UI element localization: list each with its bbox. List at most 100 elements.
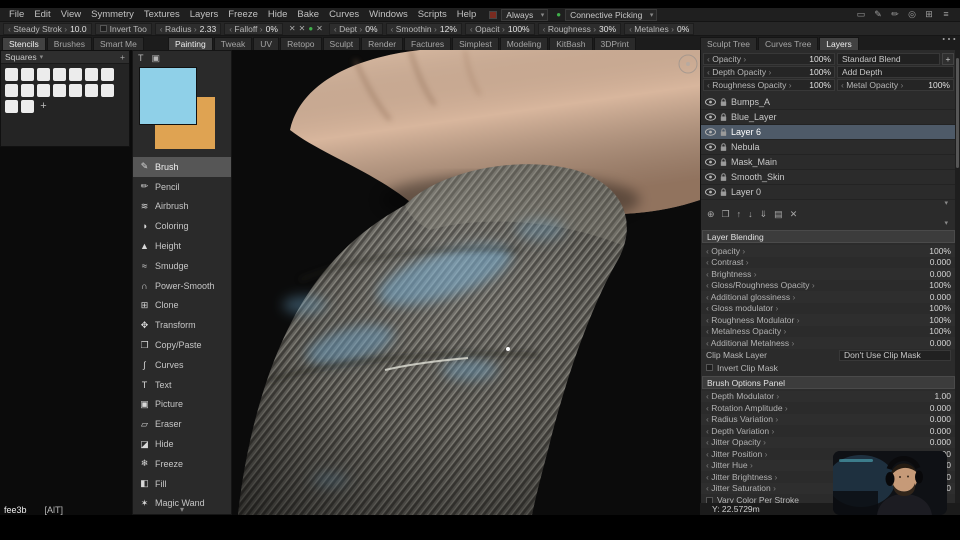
visibility-icon[interactable]: [705, 158, 716, 166]
menu-curves[interactable]: Curves: [324, 9, 364, 20]
param-value[interactable]: 0.000: [930, 437, 951, 447]
lock-icon[interactable]: [720, 112, 727, 122]
param-value[interactable]: 100%: [929, 280, 951, 290]
param-value[interactable]: 0.000: [930, 292, 951, 302]
param-depth-modulator[interactable]: Depth Modulator 1.00: [701, 390, 956, 402]
lock-icon[interactable]: [720, 142, 727, 152]
stencil-swatch[interactable]: [21, 100, 34, 113]
menu-scripts[interactable]: Scripts: [413, 9, 452, 20]
visibility-icon[interactable]: [705, 128, 716, 136]
layer-row-smooth-skin[interactable]: Smooth_Skin: [701, 170, 956, 185]
param-jitter-opacity[interactable]: Jitter Opacity 0.000: [701, 436, 956, 448]
menu-bake[interactable]: Bake: [292, 9, 324, 20]
param-contrast[interactable]: Contrast 0.000: [701, 257, 956, 269]
tool-transform[interactable]: ✥ Transform: [133, 315, 231, 335]
lock-icon[interactable]: [720, 187, 727, 197]
smoothing-control[interactable]: Smoothin 12%: [385, 22, 462, 35]
lock-icon[interactable]: [720, 127, 727, 137]
swatch-cross-icon[interactable]: ✕: [316, 24, 323, 33]
display-icon[interactable]: ▭: [855, 9, 867, 20]
opacity-control[interactable]: Opacit 100%: [464, 22, 535, 35]
roughness-value[interactable]: 30%: [599, 24, 616, 34]
param-rotation-amplitude[interactable]: Rotation Amplitude 0.000: [701, 402, 956, 414]
move-layer-down-icon[interactable]: ↓: [748, 209, 753, 219]
tool-hide[interactable]: ◪ Hide: [133, 434, 231, 454]
text-tool-icon[interactable]: T: [138, 53, 144, 63]
swatch-cross-icon[interactable]: ✕: [299, 24, 306, 33]
menu-edit[interactable]: Edit: [29, 9, 55, 20]
menu-file[interactable]: File: [4, 9, 29, 20]
invert-clip-mask-row[interactable]: Invert Clip Mask: [701, 362, 956, 374]
param-value[interactable]: 100%: [929, 326, 951, 336]
stroke-mode-control[interactable]: Steady Strok 10.0: [3, 22, 92, 35]
param-metalness-opacity[interactable]: Metalness Opacity 100%: [701, 326, 956, 338]
param-radius-variation[interactable]: Radius Variation 0.000: [701, 413, 956, 425]
layer-opacity-spinner[interactable]: Opacity 100%: [703, 53, 835, 65]
chevron-down-icon[interactable]: ▾: [40, 53, 44, 61]
param-gloss-modulator[interactable]: Gloss modulator 100%: [701, 303, 956, 315]
tool-copy-paste[interactable]: ❐ Copy/Paste: [133, 335, 231, 355]
always-dropdown[interactable]: Always: [501, 8, 549, 21]
layer-opacity-value[interactable]: 100%: [806, 54, 831, 64]
active-color-icon[interactable]: ●: [308, 24, 313, 33]
stencil-swatch[interactable]: [53, 84, 66, 97]
radius-control[interactable]: Radius 2.33: [154, 22, 222, 35]
add-stencil-button[interactable]: +: [37, 100, 50, 113]
smoothing-value[interactable]: 12%: [440, 24, 457, 34]
pencil-icon[interactable]: ✏: [889, 9, 901, 20]
panel-icon[interactable]: ▣: [152, 53, 161, 63]
visibility-icon[interactable]: [705, 143, 716, 151]
brush-options-header[interactable]: Brush Options Panel: [702, 375, 955, 389]
collapse-caret-icon[interactable]: ▾: [944, 200, 948, 207]
stroke-mode-value[interactable]: 10.0: [70, 24, 87, 34]
add-stencil-icon[interactable]: +: [120, 52, 125, 62]
opacity-value[interactable]: 100%: [508, 24, 530, 34]
param-value[interactable]: 100%: [929, 315, 951, 325]
stencil-swatch[interactable]: [101, 68, 114, 81]
stencil-swatch[interactable]: [85, 84, 98, 97]
visibility-icon[interactable]: [705, 113, 716, 121]
stencil-swatch[interactable]: [5, 84, 18, 97]
param-value[interactable]: 0.000: [930, 426, 951, 436]
tool-pencil[interactable]: ✏ Pencil: [133, 177, 231, 197]
stencil-swatch[interactable]: [5, 100, 18, 113]
stencil-swatch[interactable]: [37, 68, 50, 81]
menu-hide[interactable]: Hide: [263, 9, 293, 20]
param-additional-metalness[interactable]: Additional Metalness 0.000: [701, 337, 956, 349]
visibility-icon[interactable]: [705, 188, 716, 196]
stencil-swatch[interactable]: [85, 68, 98, 81]
tool-brush[interactable]: ✎ Brush: [133, 157, 231, 177]
menu-layers[interactable]: Layers: [185, 9, 224, 20]
primary-color-swatch[interactable]: [139, 67, 197, 125]
radius-value[interactable]: 2.33: [200, 24, 217, 34]
move-layer-up-icon[interactable]: ↑: [737, 209, 742, 219]
layer-blending-header[interactable]: Layer Blending: [702, 230, 955, 243]
layer-row-nebula[interactable]: Nebula: [701, 140, 956, 155]
visibility-icon[interactable]: [705, 173, 716, 181]
param-opacity[interactable]: Opacity 100%: [701, 245, 956, 257]
param-value[interactable]: 0.000: [930, 403, 951, 413]
layer-row-mask-main[interactable]: Mask_Main: [701, 155, 956, 170]
stencil-swatch[interactable]: [21, 84, 34, 97]
param-value[interactable]: 100%: [929, 246, 951, 256]
scroll-more-icon[interactable]: ▾: [133, 505, 231, 514]
stencils-header[interactable]: Squares ▾ +: [1, 51, 129, 64]
lock-icon[interactable]: [720, 157, 727, 167]
tab-stencils[interactable]: Stencils: [2, 37, 46, 50]
picking-mode-dropdown[interactable]: Connective Picking: [565, 8, 658, 21]
tool-freeze[interactable]: ❄ Freeze: [133, 454, 231, 474]
stencil-swatch[interactable]: [53, 68, 66, 81]
tab-modeling[interactable]: Modeling: [499, 37, 549, 50]
menu-freeze[interactable]: Freeze: [223, 9, 263, 20]
metalness-value[interactable]: 0%: [677, 24, 689, 34]
visibility-icon[interactable]: [705, 98, 716, 106]
scrollbar-thumb[interactable]: [956, 58, 959, 168]
tab-layers[interactable]: Layers: [819, 37, 859, 50]
param-value[interactable]: 1.00: [934, 391, 951, 401]
tab-painting[interactable]: Painting: [168, 37, 213, 50]
depth-control[interactable]: Dept 0%: [328, 22, 383, 35]
param-value[interactable]: 0.000: [930, 269, 951, 279]
menu-textures[interactable]: Textures: [139, 9, 185, 20]
tab-factures[interactable]: Factures: [404, 37, 452, 50]
layer-row-layer-0[interactable]: Layer 0: [701, 185, 956, 200]
